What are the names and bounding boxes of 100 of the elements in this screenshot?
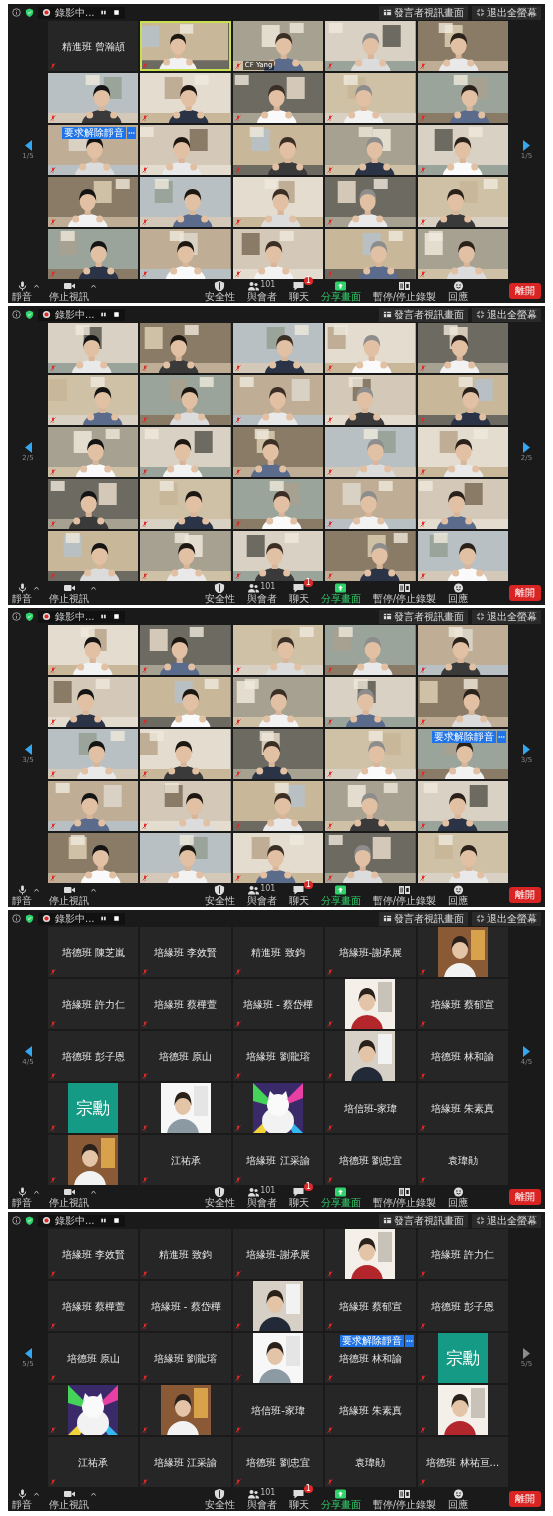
caret-icon[interactable] xyxy=(34,887,39,892)
muted-mic-icon xyxy=(50,521,56,527)
caret-icon[interactable] xyxy=(91,283,96,288)
grid-icon xyxy=(383,1216,392,1225)
recording-button[interactable]: 暫停/停止錄製 xyxy=(372,582,437,604)
shield-icon[interactable] xyxy=(25,914,34,923)
mute-button[interactable]: 靜音 xyxy=(12,884,32,906)
stop-icon[interactable] xyxy=(111,8,121,17)
leave-button[interactable]: 離開 xyxy=(509,1189,541,1205)
caret-icon[interactable] xyxy=(34,1189,39,1194)
recording-button[interactable]: 暫停/停止錄製 xyxy=(372,884,437,906)
leave-button[interactable]: 離開 xyxy=(509,1491,541,1507)
mute-button[interactable]: 靜音 xyxy=(12,1488,32,1510)
record-dot-icon xyxy=(42,8,51,17)
exit-fullscreen-button[interactable]: 退出全螢幕 xyxy=(472,911,541,926)
stop-icon[interactable] xyxy=(111,1216,121,1225)
view-button[interactable]: 發言者視訊畫面 xyxy=(379,307,468,322)
recording-button[interactable]: 暫停/停止錄製 xyxy=(372,1186,437,1208)
exit-fullscreen-button[interactable]: 退出全螢幕 xyxy=(472,1213,541,1228)
previous-page-button[interactable] xyxy=(24,140,32,151)
stop-video-button[interactable]: 停止視訊 xyxy=(49,582,89,604)
stop-icon[interactable] xyxy=(111,612,121,621)
exit-fullscreen-button[interactable]: 退出全螢幕 xyxy=(472,307,541,322)
pause-icon[interactable] xyxy=(98,914,108,923)
participants-button[interactable]: 101 與會者 xyxy=(246,280,277,302)
security-button[interactable]: 安全性 xyxy=(204,884,235,906)
participants-button[interactable]: 101 與會者 xyxy=(246,1186,277,1208)
leave-button[interactable]: 離開 xyxy=(509,887,541,903)
next-page-button[interactable] xyxy=(523,1046,530,1057)
muted-mic-icon xyxy=(419,875,426,881)
more-icon[interactable] xyxy=(404,1335,414,1347)
caret-icon[interactable] xyxy=(91,1491,96,1496)
reactions-button[interactable]: 回應 xyxy=(448,1488,469,1510)
mute-button[interactable]: 靜音 xyxy=(12,582,32,604)
caret-icon[interactable] xyxy=(34,585,39,590)
shield-icon[interactable] xyxy=(25,1216,34,1225)
security-button[interactable]: 安全性 xyxy=(204,1488,235,1510)
security-button[interactable]: 安全性 xyxy=(204,582,235,604)
share-screen-button[interactable]: 分享畫面 xyxy=(320,280,361,302)
previous-page-button[interactable] xyxy=(24,1348,32,1359)
notification-badge: 1 xyxy=(303,1182,313,1191)
mute-button[interactable]: 靜音 xyxy=(12,280,32,302)
pause-icon[interactable] xyxy=(98,1216,108,1225)
view-button[interactable]: 發言者視訊畫面 xyxy=(379,1213,468,1228)
next-page-button[interactable] xyxy=(523,744,530,755)
caret-icon[interactable] xyxy=(34,283,39,288)
pause-icon[interactable] xyxy=(98,8,108,17)
muted-mic-icon xyxy=(419,667,426,673)
shield-icon[interactable] xyxy=(25,8,34,17)
leave-button[interactable]: 離開 xyxy=(509,585,541,601)
security-button[interactable]: 安全性 xyxy=(204,280,235,302)
caret-icon[interactable] xyxy=(91,1189,96,1194)
view-button[interactable]: 發言者視訊畫面 xyxy=(379,609,468,624)
next-page-button[interactable] xyxy=(523,442,530,453)
participants-button[interactable]: 101 與會者 xyxy=(246,884,277,906)
shield-icon[interactable] xyxy=(25,612,34,621)
muted-mic-icon xyxy=(419,469,426,475)
share-screen-button[interactable]: 分享畫面 xyxy=(320,1488,361,1510)
muted-mic-icon xyxy=(419,167,426,173)
reactions-button[interactable]: 回應 xyxy=(448,582,469,604)
reactions-button[interactable]: 回應 xyxy=(448,1186,469,1208)
recording-button[interactable]: 暫停/停止錄製 xyxy=(372,280,437,302)
shield-icon[interactable] xyxy=(25,310,34,319)
info-icon[interactable] xyxy=(12,1216,21,1225)
view-button[interactable]: 發言者視訊畫面 xyxy=(379,911,468,926)
participants-button[interactable]: 101 與會者 xyxy=(246,582,277,604)
participants-button[interactable]: 101 與會者 xyxy=(246,1488,277,1510)
exit-fullscreen-button[interactable]: 退出全螢幕 xyxy=(472,5,541,20)
caret-icon[interactable] xyxy=(91,585,96,590)
share-screen-button[interactable]: 分享畫面 xyxy=(320,884,361,906)
next-page-button[interactable] xyxy=(523,140,530,151)
recording-button[interactable]: 暫停/停止錄製 xyxy=(372,1488,437,1510)
stop-video-button[interactable]: 停止視訊 xyxy=(49,280,89,302)
mute-button[interactable]: 靜音 xyxy=(12,1186,32,1208)
stop-icon[interactable] xyxy=(111,914,121,923)
info-icon[interactable] xyxy=(12,612,21,621)
leave-button[interactable]: 離開 xyxy=(509,283,541,299)
caret-icon[interactable] xyxy=(34,1491,39,1496)
info-icon[interactable] xyxy=(12,310,21,319)
view-button[interactable]: 發言者視訊畫面 xyxy=(379,5,468,20)
pause-icon[interactable] xyxy=(98,612,108,621)
info-icon[interactable] xyxy=(12,914,21,923)
security-button[interactable]: 安全性 xyxy=(204,1186,235,1208)
stop-video-button[interactable]: 停止視訊 xyxy=(49,884,89,906)
previous-page-button[interactable] xyxy=(24,1046,32,1057)
stop-video-button[interactable]: 停止視訊 xyxy=(49,1186,89,1208)
pause-icon[interactable] xyxy=(98,310,108,319)
reactions-button[interactable]: 回應 xyxy=(448,884,469,906)
exit-fullscreen-button[interactable]: 退出全螢幕 xyxy=(472,609,541,624)
muted-mic-icon xyxy=(419,719,426,725)
caret-icon[interactable] xyxy=(91,887,96,892)
stop-icon[interactable] xyxy=(111,310,121,319)
previous-page-button[interactable] xyxy=(24,442,32,453)
share-screen-button[interactable]: 分享畫面 xyxy=(320,1186,361,1208)
reactions-button[interactable]: 回應 xyxy=(448,280,469,302)
stop-video-button[interactable]: 停止視訊 xyxy=(49,1488,89,1510)
participant-name: 培德班 劉忠宜 xyxy=(338,1154,402,1166)
previous-page-button[interactable] xyxy=(24,744,32,755)
info-icon[interactable] xyxy=(12,8,21,17)
share-screen-button[interactable]: 分享畫面 xyxy=(320,582,361,604)
